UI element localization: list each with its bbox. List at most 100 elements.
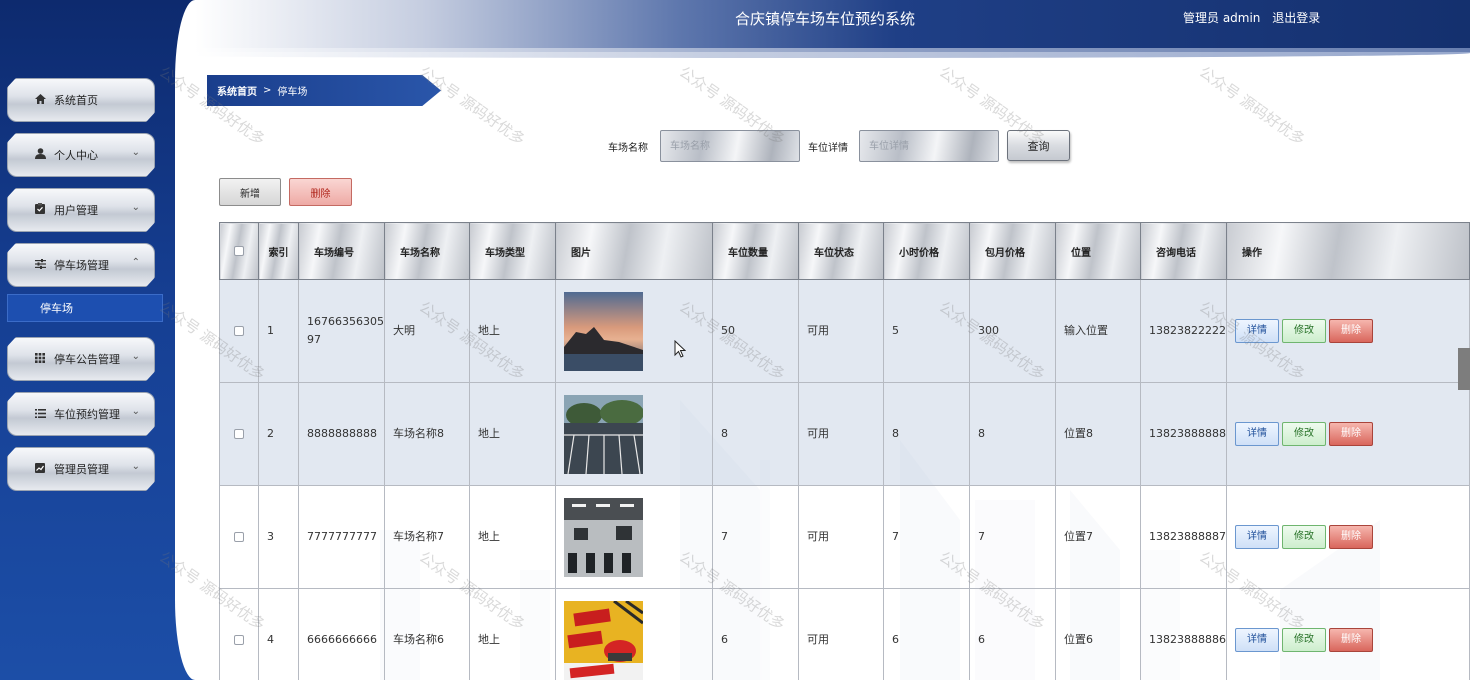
code-cell: 6666666666 [298,588,385,680]
count-cell: 8 [712,382,799,486]
sidebar: 系统首页 个人中心 ⌄ 用户管理 ⌄ 停车场管理 ⌃ 停车场 停车公告管理 ⌄ … [0,0,195,680]
breadcrumb-home[interactable]: 系统首页 [217,83,257,98]
sunset-sea-rock-photo[interactable] [564,291,643,371]
index-cell: 1 [258,279,299,383]
column-header[interactable]: 包月价格 [969,222,1056,280]
outdoor-parking-lot-photo[interactable] [564,394,643,474]
user-icon [32,148,48,162]
sidebar-item-label: 用户管理 [54,204,98,217]
row-checkbox[interactable] [234,429,244,439]
code-cell: 7777777777 [298,485,385,589]
column-header[interactable]: 位置 [1055,222,1141,280]
code-cell: 1676635630597 [298,279,385,383]
detail-button[interactable]: 详情 [1235,319,1279,343]
row-checkbox[interactable] [234,532,244,542]
parking-table: 索引 车场编号 车场名称 车场类型 图片 车位数量 车位状态 小时价格 包月价格… [219,222,1470,680]
name-cell: 车场名称8 [384,382,470,486]
grid-icon [32,352,48,366]
parking-table-wrapper: 索引 车场编号 车场名称 车场类型 图片 车位数量 车位状态 小时价格 包月价格… [219,222,1470,680]
delete-button[interactable]: 删除 [1329,628,1373,652]
column-header[interactable]: 咨询电话 [1140,222,1227,280]
column-header[interactable]: 操作 [1226,222,1470,280]
sidebar-item-parking-notice[interactable]: 停车公告管理 ⌄ [7,337,155,381]
location-cell: 位置8 [1055,382,1141,486]
count-cell: 50 [712,279,799,383]
delete-button[interactable]: 删除 [1329,525,1373,549]
row-checkbox[interactable] [234,326,244,336]
clipboard-icon [32,203,48,217]
detail-button[interactable]: 详情 [1235,422,1279,446]
column-header[interactable]: 索引 [258,222,299,280]
month-price-cell: 300 [969,279,1056,383]
sidebar-item-label: 车位预约管理 [54,408,120,421]
detail-button[interactable]: 详情 [1235,628,1279,652]
search-name-input[interactable] [660,130,800,162]
month-price-cell: 8 [969,382,1056,486]
row-checkbox[interactable] [234,635,244,645]
column-header[interactable]: 车位状态 [798,222,884,280]
top-header: 合庆镇停车场车位预约系统 管理员 admin 退出登录 [195,0,1470,58]
status-cell: 可用 [798,588,884,680]
delete-button[interactable]: 删除 [1329,319,1373,343]
code-cell: 8888888888 [298,382,385,486]
edit-button[interactable]: 修改 [1282,525,1326,549]
breadcrumb-current: 停车场 [277,87,308,98]
edit-button[interactable]: 修改 [1282,628,1326,652]
breadcrumb-separator: > [263,85,272,96]
vertical-scrollbar-thumb[interactable] [1458,348,1470,390]
user-info: 管理员 admin 退出登录 [1183,9,1320,26]
sidebar-item-reservation-management[interactable]: 车位预约管理 ⌄ [7,392,155,436]
edit-button[interactable]: 修改 [1282,422,1326,446]
sidebar-item-admin-management[interactable]: 管理员管理 ⌄ [7,447,155,491]
column-header[interactable]: 车场类型 [469,222,556,280]
edit-button[interactable]: 修改 [1282,319,1326,343]
parking-advertisement-photo[interactable] [564,600,643,680]
phone-cell: 13823888886 [1140,588,1227,680]
location-cell: 位置6 [1055,588,1141,680]
sidebar-item-parking-management[interactable]: 停车场管理 ⌃ [7,243,155,287]
column-header[interactable]: 小时价格 [883,222,970,280]
type-cell: 地上 [469,485,556,589]
phone-cell: 13823888887 [1140,485,1227,589]
sidebar-subitem-label: 停车场 [40,302,73,315]
image-cell [555,485,713,589]
batch-delete-button[interactable]: 删除 [289,178,352,206]
admin-username: 管理员 admin [1183,11,1261,25]
month-price-cell: 6 [969,588,1056,680]
column-header[interactable]: 车场编号 [298,222,385,280]
sidebar-item-user-management[interactable]: 用户管理 ⌄ [7,188,155,232]
add-button[interactable]: 新增 [219,178,281,206]
name-cell: 车场名称7 [384,485,470,589]
index-cell: 4 [258,588,299,680]
sidebar-subitem-parking-lot[interactable]: 停车场 [7,294,163,322]
sidebar-item-label: 个人中心 [54,149,98,162]
name-cell: 大明 [384,279,470,383]
hour-price-cell: 6 [883,588,970,680]
table-row: 4 6666666666 车场名称6 地上 6 可用 6 6 位置6 13823… [219,588,1470,680]
select-all-checkbox[interactable] [234,245,244,256]
underground-garage-photo[interactable] [564,497,643,577]
index-cell: 3 [258,485,299,589]
search-detail-input[interactable] [859,130,999,162]
column-header[interactable]: 车场名称 [384,222,470,280]
search-name-label: 车场名称 [608,143,648,154]
column-header[interactable]: 车位数量 [712,222,799,280]
chevron-down-icon: ⌄ [131,406,140,417]
row-select-cell [219,279,259,383]
sidebar-item-personal-center[interactable]: 个人中心 ⌄ [7,133,155,177]
mouse-pointer-icon [674,340,686,358]
list-icon [32,408,48,421]
sidebar-item-label: 管理员管理 [54,463,109,476]
query-button[interactable]: 查询 [1007,130,1070,161]
chart-icon [32,462,48,476]
delete-button[interactable]: 删除 [1329,422,1373,446]
type-cell: 地上 [469,588,556,680]
hour-price-cell: 7 [883,485,970,589]
column-header[interactable]: 图片 [555,222,713,280]
phone-cell: 13823822222 [1140,279,1227,383]
row-select-cell [219,382,259,486]
logout-link[interactable]: 退出登录 [1272,11,1320,25]
sidebar-item-home[interactable]: 系统首页 [7,78,155,122]
type-cell: 地上 [469,279,556,383]
detail-button[interactable]: 详情 [1235,525,1279,549]
